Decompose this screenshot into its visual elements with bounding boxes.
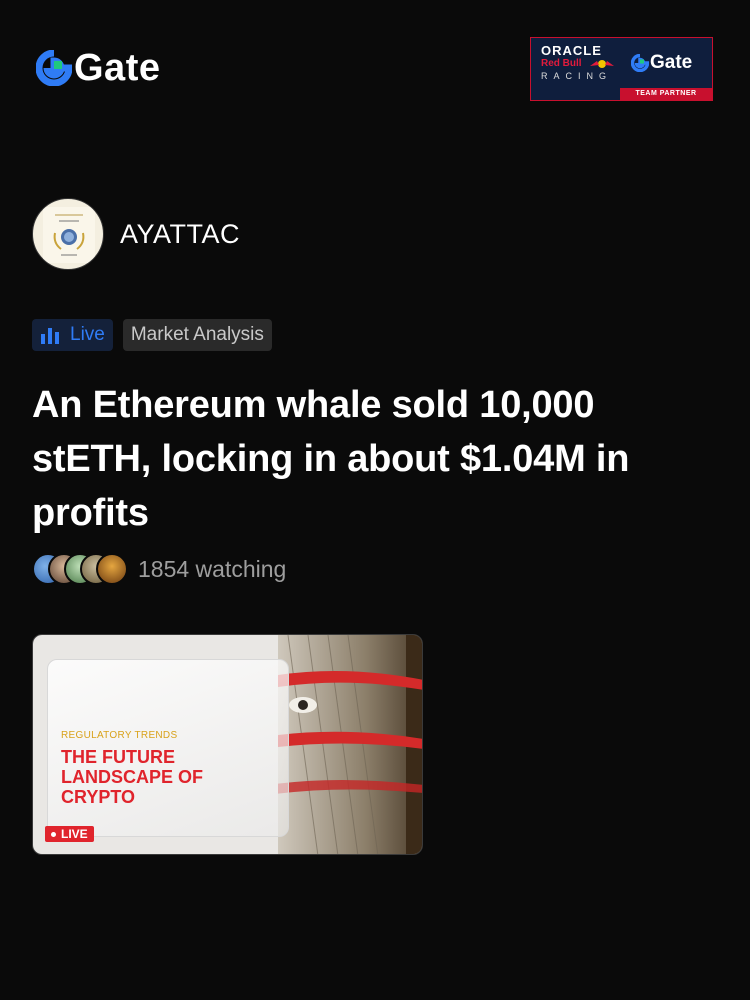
partner-gate-logo: Gate — [631, 52, 692, 74]
live-badge: LIVE — [45, 826, 94, 842]
watcher-avatars — [32, 552, 132, 586]
redbull-label: Red Bull — [541, 58, 582, 69]
gate-logo-icon — [36, 50, 72, 86]
tag-row: Live Market Analysis — [32, 319, 272, 351]
live-tag[interactable]: Live — [32, 319, 113, 351]
card-headline: THE FUTURE LANDSCAPE OF CRYPTO — [61, 747, 204, 807]
gate-logo-icon — [631, 54, 649, 72]
watchers: 1854 watching — [32, 552, 286, 586]
category-tag[interactable]: Market Analysis — [122, 319, 272, 351]
banknote-image — [278, 635, 422, 854]
watching-count: 1854 watching — [138, 555, 287, 582]
live-dot-icon — [51, 831, 56, 837]
post-title: An Ethereum whale sold 10,000 stETH, loc… — [32, 384, 630, 534]
live-tag-label: Live — [70, 324, 105, 345]
live-stream-card[interactable]: REGULATORY TRENDS THE FUTURE LANDSCAPE O… — [32, 634, 423, 855]
avatar[interactable] — [32, 198, 104, 270]
bar-chart-icon — [41, 328, 59, 344]
watcher-avatar — [96, 553, 128, 585]
gate-logo-text: Gate — [74, 47, 161, 89]
gate-logo[interactable]: Gate — [36, 47, 161, 89]
author-name[interactable]: AYATTAC — [120, 219, 240, 250]
avatar-certificate-icon — [43, 207, 95, 263]
team-partner-banner[interactable]: ORACLE Red Bull RACING Gate TEAM PARTNER — [530, 37, 713, 101]
partner-gate-text: Gate — [650, 52, 693, 73]
header: Gate ORACLE Red Bull RACING Gate TEAM PA… — [0, 0, 750, 140]
author[interactable]: AYATTAC — [32, 198, 240, 270]
racing-label: RACING — [541, 71, 613, 81]
team-partner-badge: TEAM PARTNER — [620, 88, 712, 100]
bull-icon — [590, 60, 614, 68]
card-kicker: REGULATORY TRENDS — [61, 730, 178, 741]
live-badge-label: LIVE — [61, 827, 88, 841]
oracle-label: ORACLE — [541, 43, 602, 58]
